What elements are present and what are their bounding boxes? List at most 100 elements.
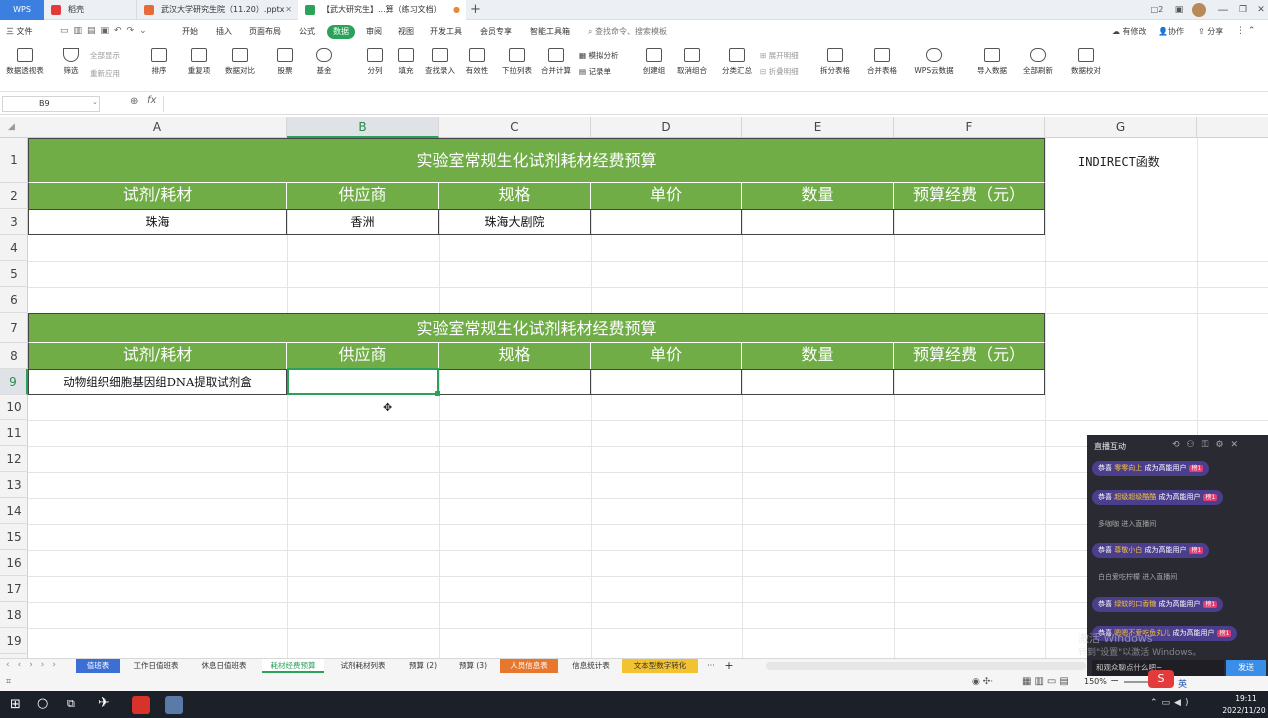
fill-handle[interactable] [435, 391, 440, 396]
sort-button[interactable]: 排序 [146, 48, 172, 82]
table1-cell-d3[interactable] [591, 210, 742, 234]
table1-cell-c3[interactable]: 珠海大剧院 [439, 210, 591, 234]
sheet-tab[interactable]: 休息日值班表 [194, 659, 254, 673]
lookup-entry-button[interactable]: 查找录入 [424, 48, 456, 82]
data-verify-button[interactable]: 数据校对 [1068, 48, 1104, 82]
table1-cell-b3[interactable]: 香洲 [287, 210, 439, 234]
menu-home[interactable]: 开始 [178, 25, 202, 39]
minimize-button[interactable]: — [1212, 0, 1234, 20]
row-header[interactable]: 19 [0, 628, 28, 654]
formula-input[interactable] [163, 96, 1263, 112]
table2-cell-a9[interactable]: 动物组织细胞基因组DNA提取试剂盒 [29, 370, 287, 394]
reapply-button[interactable]: 重新应用 [90, 68, 120, 79]
menu-layout[interactable]: 页面布局 [245, 25, 285, 39]
filter-button[interactable]: 筛选 [60, 48, 82, 82]
skin-icon[interactable]: ▣ [1168, 0, 1190, 20]
table2-header-c[interactable]: 规格 [439, 343, 591, 369]
row-header[interactable]: 5 [0, 261, 28, 287]
row-header[interactable]: 11 [0, 420, 28, 446]
sheet-tab[interactable]: 工作日值班表 [126, 659, 186, 673]
table1-header-b[interactable]: 供应商 [287, 183, 439, 209]
ime-language[interactable]: 英 [1178, 677, 1187, 690]
tab-docer[interactable]: 稻壳 [44, 0, 136, 20]
menu-data[interactable]: 数据 [327, 25, 355, 39]
menu-developer[interactable]: 开发工具 [426, 25, 466, 39]
sheet-nav-arrows[interactable]: ‹‹››› [6, 660, 64, 670]
add-sheet-button[interactable]: + [722, 659, 736, 673]
create-group-button[interactable]: 创建组 [641, 48, 667, 82]
live-chat-tool-icons[interactable]: ⟲⚇⚿⚙✕ [1172, 440, 1245, 450]
share-button[interactable]: ⇪ 分享 [1198, 26, 1223, 37]
table1-header-a[interactable]: 试剂/耗材 [28, 183, 287, 209]
zoom-search-icon[interactable]: ⊕ [130, 96, 138, 107]
command-search[interactable]: ⌕ 查找命令、搜索模板 [588, 26, 667, 37]
fill-button[interactable]: 填充 [393, 48, 419, 82]
new-tab-button[interactable]: + [470, 2, 481, 17]
cell-g1[interactable]: INDIRECT函数 [1078, 153, 1160, 170]
clock-time[interactable]: 19:11 [1226, 694, 1266, 703]
eye-protect-icon[interactable]: ◉ ✣· [972, 677, 993, 687]
more-icon[interactable]: ⋮ ⌃ [1236, 26, 1255, 36]
split-table-button[interactable]: 拆分表格 [815, 48, 855, 82]
selected-cell-b9[interactable] [287, 368, 439, 395]
table1-cell-f3[interactable] [894, 210, 1044, 234]
row-header[interactable]: 16 [0, 550, 28, 576]
table1-header-e[interactable]: 数量 [742, 183, 894, 209]
macro-icon[interactable]: ⌗ [6, 677, 11, 687]
merge-table-button[interactable]: 合并表格 [862, 48, 902, 82]
column-header-g[interactable]: G [1045, 117, 1197, 138]
row-header[interactable]: 2 [0, 183, 28, 209]
file-menu[interactable]: 三 文件 [2, 25, 37, 39]
expand-detail-button[interactable]: ⊞ 展开明细 [760, 50, 799, 61]
row-header[interactable]: 18 [0, 602, 28, 628]
row-header[interactable]: 3 [0, 209, 28, 235]
table2-cell-e9[interactable] [742, 370, 894, 394]
validity-button[interactable]: 有效性 [462, 48, 492, 82]
data-compare-button[interactable]: 数据对比 [222, 48, 258, 82]
table2-header-e[interactable]: 数量 [742, 343, 894, 369]
column-header-b[interactable]: B [287, 117, 439, 138]
sheet-tab[interactable]: 试剂耗材列表 [332, 659, 394, 673]
table1-header-f[interactable]: 预算经费（元） [894, 183, 1045, 209]
horizontal-scrollbar[interactable] [766, 662, 1086, 670]
wps-logo[interactable]: WPS [0, 0, 44, 20]
search-circle-icon[interactable]: ○ [37, 696, 48, 711]
row-header[interactable]: 4 [0, 235, 28, 261]
table2-header-d[interactable]: 单价 [591, 343, 742, 369]
row-header[interactable]: 1 [0, 138, 28, 183]
row-header[interactable]: 15 [0, 524, 28, 550]
sogou-ime-icon[interactable]: S [1148, 670, 1174, 688]
dropdown-list-button[interactable]: 下拉列表 [500, 48, 534, 82]
show-all-button[interactable]: 全部显示 [90, 50, 120, 61]
table2-header-b[interactable]: 供应商 [287, 343, 439, 369]
merge-calc-button[interactable]: 合并计算 [540, 48, 572, 82]
import-data-button[interactable]: 导入数据 [972, 48, 1012, 82]
table2-header-a[interactable]: 试剂/耗材 [28, 343, 287, 369]
tab-xlsx-active[interactable]: 【武大研究生】...算（练习文档） ● [298, 0, 466, 20]
sheet-tab[interactable]: 信息统计表 [564, 659, 618, 673]
row-header[interactable]: 7 [0, 313, 28, 343]
sheet-tab[interactable]: 值班表 [76, 659, 120, 673]
send-button[interactable]: 发送 [1226, 660, 1266, 676]
row-header[interactable]: 8 [0, 343, 28, 369]
close-icon[interactable]: ✕ [285, 0, 292, 20]
row-header[interactable]: 17 [0, 576, 28, 602]
ungroup-button[interactable]: 取消组合 [674, 48, 710, 82]
chevron-down-icon[interactable]: ⌄ [92, 98, 98, 106]
sheet-tab[interactable]: 文本型数字转化 [622, 659, 698, 673]
pivot-table-button[interactable]: 数据透视表 [3, 48, 47, 82]
task-view-icon[interactable]: ⧉ [67, 697, 75, 711]
sheet-tab[interactable]: 预算 (2) [402, 659, 444, 673]
quick-access-icons[interactable]: ▭▥▤▣↶↷⌄ [60, 26, 150, 38]
table2-cell-c9[interactable] [439, 370, 591, 394]
table2-header-f[interactable]: 预算经费（元） [894, 343, 1045, 369]
table1-cell-e3[interactable] [742, 210, 894, 234]
table2-cell-f9[interactable] [894, 370, 1044, 394]
row-header[interactable]: 10 [0, 395, 28, 420]
more-sheets-button[interactable]: ··· [704, 659, 718, 673]
collab-button[interactable]: 👤协作 [1158, 26, 1184, 37]
app-icon[interactable] [165, 696, 183, 714]
row-header[interactable]: 13 [0, 472, 28, 498]
table1-header-c[interactable]: 规格 [439, 183, 591, 209]
record-button[interactable]: ▤ 记录单 [579, 66, 611, 77]
